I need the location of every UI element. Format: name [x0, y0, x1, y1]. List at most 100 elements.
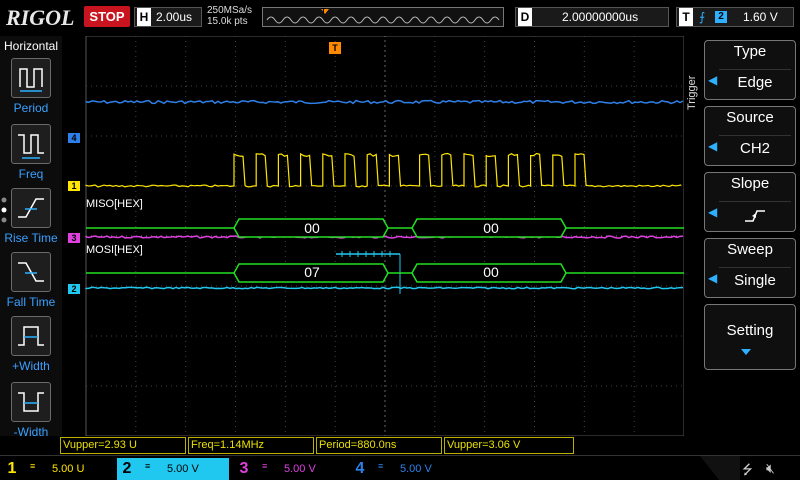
ch2-offset-marker[interactable]: 2	[68, 284, 80, 294]
measure-positive-width-button[interactable]: +Width	[0, 316, 62, 378]
negative-width-measure-icon	[11, 382, 51, 422]
ch4-offset-marker[interactable]: 4	[68, 133, 80, 143]
status-bar-corner	[700, 456, 740, 480]
softkey-arrow-icon: ◀	[708, 205, 718, 219]
measure-period-label: Period	[13, 101, 49, 115]
frequency-measure-icon	[11, 124, 51, 164]
dc-coupling-icon: ≡	[30, 461, 36, 471]
trigger-channel-badge: 2	[715, 11, 727, 23]
measure-fall-time-button[interactable]: Fall Time	[0, 252, 62, 314]
channel-2-status[interactable]: 2 ≡ 5.00 V	[117, 458, 229, 480]
ch1-clock-trace	[85, 152, 682, 188]
horizontal-measure-menu: Horizontal Period Freq Rise Time Fall Ti…	[0, 36, 62, 439]
channel-4-status[interactable]: 4 ≡ 5.00 V	[350, 458, 460, 480]
measure-negative-width-label: -Width	[13, 425, 49, 439]
fall-time-measure-icon	[11, 252, 51, 292]
timebase-label: H	[137, 8, 151, 26]
timebase-value: 2.00us	[156, 10, 193, 24]
channel-traces	[85, 99, 684, 294]
trigger-sweep-softkey[interactable]: Sweep ◀ Single	[704, 238, 796, 298]
trigger-slope-heading: Slope	[730, 175, 770, 192]
measure-readout-vupper-1[interactable]: Vupper=2.93 U	[60, 437, 186, 454]
mosi-frame-2: 00	[483, 264, 499, 280]
trigger-sweep-heading: Sweep	[727, 241, 773, 258]
submenu-down-arrow-icon	[741, 349, 751, 355]
mosi-frame-1: 07	[304, 264, 320, 280]
delay-label: D	[518, 8, 532, 26]
trigger-setting-heading: Setting	[726, 322, 774, 339]
timebase-display[interactable]: H 2.00us	[134, 7, 202, 27]
trigger-label: T	[679, 8, 693, 26]
channel-4-number: 4	[355, 460, 365, 477]
measure-readout-freq[interactable]: Freq=1.14MHz	[188, 437, 314, 454]
dc-coupling-icon: ≡	[262, 461, 268, 471]
trigger-display[interactable]: T ⨍ 2 1.60 V	[676, 7, 794, 27]
top-status-bar: RIGOL STOP H 2.00us 250MSa/s 15.0k pts T…	[0, 0, 800, 36]
trigger-source-heading: Source	[726, 109, 774, 126]
waveform-display-area[interactable]: MISO[HEX] MOSI[HEX] 00 00 07 00	[62, 35, 702, 437]
ch3-offset-marker[interactable]: 3	[68, 233, 80, 243]
mosi-bus-label: MOSI[HEX]	[86, 244, 143, 256]
delay-value: 2.00000000us	[562, 10, 639, 24]
rise-time-measure-icon	[11, 188, 51, 228]
mosi-decode-bus	[86, 263, 684, 283]
trigger-level: 1.60 V	[743, 10, 778, 24]
miso-frame-2: 00	[483, 220, 499, 236]
channel-status-bar: 1 ≡ 5.00 U 2 ≡ 5.00 V 3 ≡ 5.00 V 4 ≡ 5.0…	[0, 455, 800, 480]
ch1-offset-marker[interactable]: 1	[68, 181, 80, 191]
channel-3-status[interactable]: 3 ≡ 5.00 V	[234, 458, 344, 480]
channel-4-scale: 5.00 V	[400, 463, 432, 475]
speaker-muted-icon[interactable]: 🔇︎	[766, 460, 775, 477]
measure-fall-time-label: Fall Time	[6, 295, 56, 309]
trigger-setting-softkey[interactable]: Setting	[704, 304, 796, 370]
ch4-trace	[85, 99, 684, 105]
softkey-arrow-icon: ◀	[708, 271, 718, 285]
trigger-type-softkey[interactable]: Type ◀ Edge	[704, 40, 796, 100]
measure-period-button[interactable]: Period	[0, 58, 62, 120]
measure-readout-vupper-2[interactable]: Vupper=3.06 V	[444, 437, 574, 454]
positive-width-measure-icon	[11, 316, 51, 356]
miso-decode-bus	[86, 218, 684, 238]
trigger-menu-title: Trigger	[686, 75, 698, 110]
channel-1-number: 1	[7, 460, 17, 477]
measure-rise-time-button[interactable]: Rise Time	[0, 188, 62, 250]
acquisition-info: 250MSa/s 15.0k pts	[207, 5, 252, 27]
brand-logo: RIGOL	[6, 5, 75, 30]
softkey-arrow-icon: ◀	[708, 73, 718, 87]
usb-icon: ⭍	[742, 462, 753, 477]
trigger-source-softkey[interactable]: Source ◀ CH2	[704, 106, 796, 166]
trigger-sweep-value: Single	[719, 267, 791, 293]
channel-1-status[interactable]: 1 ≡ 5.00 U	[2, 458, 112, 480]
miso-frame-1: 00	[304, 220, 320, 236]
delay-display[interactable]: D 2.00000000us	[515, 7, 669, 27]
period-measure-icon	[11, 58, 51, 98]
measure-rise-time-label: Rise Time	[4, 231, 58, 245]
measure-positive-width-label: +Width	[12, 359, 50, 373]
ch2-trace	[85, 286, 684, 290]
measure-freq-button[interactable]: Freq	[0, 124, 62, 186]
miso-bus-label: MISO[HEX]	[86, 198, 143, 210]
channel-2-scale: 5.00 V	[167, 463, 199, 475]
memory-depth: 15.0k pts	[207, 16, 248, 27]
measure-negative-width-button[interactable]: -Width	[0, 382, 62, 444]
channel-2-number: 2	[122, 460, 132, 477]
waveform-canvas	[85, 35, 685, 437]
trigger-type-heading: Type	[733, 43, 767, 60]
measure-freq-label: Freq	[18, 167, 44, 181]
trigger-type-value: Edge	[719, 69, 791, 95]
rising-edge-trigger-icon: ⨍	[699, 10, 706, 24]
memory-waveform-overview[interactable]: T	[262, 7, 504, 27]
trigger-position-marker[interactable]: T	[329, 42, 341, 54]
dc-coupling-icon: ≡	[378, 461, 384, 471]
ch3-trace	[85, 235, 684, 239]
channel-1-scale: 5.00 U	[52, 463, 85, 475]
measure-readout-period[interactable]: Period=880.0ns	[316, 437, 442, 454]
rising-edge-icon	[719, 201, 791, 227]
run-stop-indicator[interactable]: STOP	[84, 6, 130, 27]
overview-trigger-marker: T	[321, 7, 326, 16]
channel-3-number: 3	[239, 460, 249, 477]
overview-wave-icon	[263, 8, 503, 26]
menu-page-dots	[1, 197, 7, 223]
trigger-slope-softkey[interactable]: Slope ◀	[704, 172, 796, 232]
softkey-arrow-icon: ◀	[708, 139, 718, 153]
